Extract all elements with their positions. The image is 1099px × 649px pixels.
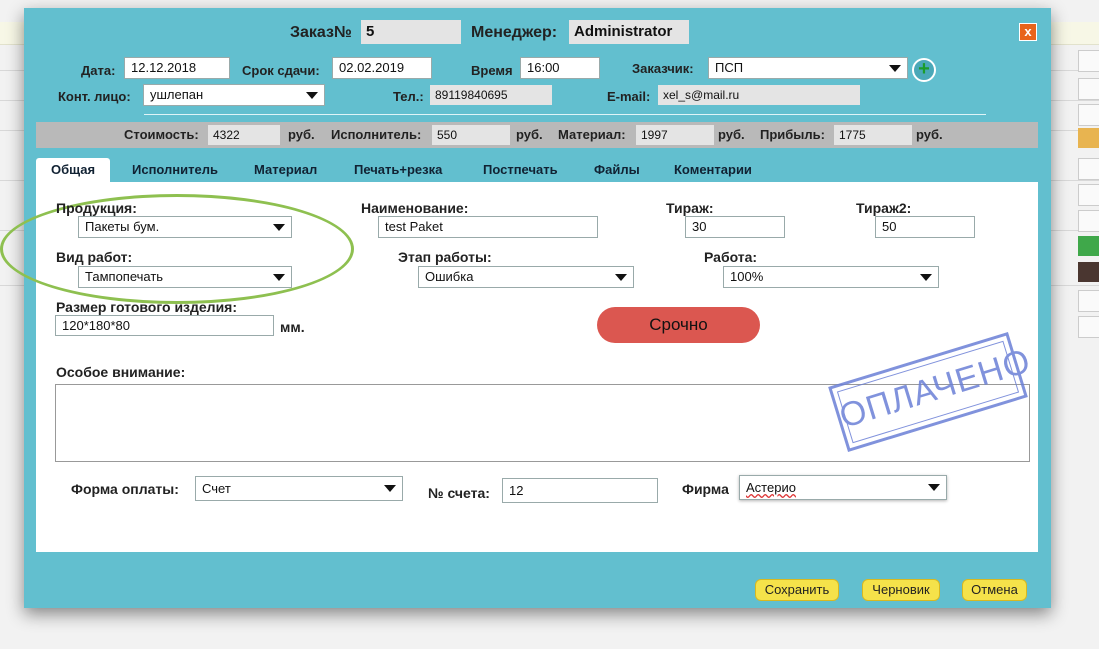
- tab-postprint[interactable]: Постпечать: [483, 158, 558, 182]
- save-button[interactable]: Сохранить: [755, 579, 839, 601]
- contact-select[interactable]: ушлепан: [143, 84, 325, 106]
- tab-material[interactable]: Материал: [254, 158, 317, 182]
- work-type-value: Тампопечать: [85, 269, 164, 284]
- material-label: Материал:: [558, 127, 626, 142]
- invoice-number-label: № счета:: [428, 485, 490, 501]
- background-cell: [1078, 104, 1099, 126]
- background-cell: [1078, 316, 1099, 338]
- chevron-down-icon: [889, 65, 901, 72]
- email-field[interactable]: xel_s@mail.ru: [658, 85, 860, 105]
- payment-form-value: Счет: [202, 481, 231, 496]
- cost-field[interactable]: 4322: [208, 125, 280, 145]
- customer-label: Заказчик:: [632, 61, 694, 76]
- material-currency: руб.: [718, 127, 745, 142]
- order-number-field[interactable]: 5: [361, 20, 461, 44]
- chevron-down-icon: [306, 92, 318, 99]
- chevron-down-icon: [273, 274, 285, 281]
- chevron-down-icon: [384, 485, 396, 492]
- tab-print-cut[interactable]: Печать+резка: [354, 158, 442, 182]
- work-type-label: Вид работ:: [56, 249, 133, 265]
- divider: [144, 114, 986, 115]
- cost-label: Стоимость:: [124, 127, 199, 142]
- invoice-number-field[interactable]: 12: [502, 478, 658, 503]
- size-field[interactable]: 120*180*80: [55, 315, 274, 336]
- background-cell: [1078, 78, 1099, 100]
- background-status-cell: [1078, 128, 1099, 148]
- add-customer-button[interactable]: +: [912, 58, 936, 82]
- product-select[interactable]: Пакеты бум.: [78, 216, 292, 238]
- name-field[interactable]: test Paket: [378, 216, 598, 238]
- cost-summary-bar: Стоимость: 4322 руб. Исполнитель: 550 ру…: [36, 122, 1038, 148]
- background-cell: [1078, 210, 1099, 232]
- contact-value: ушлепан: [150, 87, 204, 102]
- background-cell: [1078, 158, 1099, 180]
- run2-field[interactable]: 50: [875, 216, 975, 238]
- work-label: Работа:: [704, 249, 758, 265]
- attention-label: Особое внимание:: [56, 364, 186, 380]
- size-unit: мм.: [280, 319, 305, 335]
- profit-currency: руб.: [916, 127, 943, 142]
- chevron-down-icon: [920, 274, 932, 281]
- work-value: 100%: [730, 269, 764, 284]
- stage-label: Этап работы:: [398, 249, 492, 265]
- manager-label: Менеджер:: [471, 24, 558, 41]
- order-dialog: Заказ№ 5 Менеджер: Administrator x Дата:…: [0, 8, 1051, 608]
- product-label: Продукция:: [56, 200, 137, 216]
- cancel-button[interactable]: Отмена: [962, 579, 1027, 601]
- payment-form-select[interactable]: Счет: [195, 476, 403, 501]
- chevron-down-icon: [615, 274, 627, 281]
- general-tab-panel: Продукция: Пакеты бум. Наименование: tes…: [0, 182, 1038, 552]
- background-cell: [1078, 290, 1099, 312]
- chevron-down-icon: [273, 224, 285, 231]
- material-field[interactable]: 1997: [636, 125, 714, 145]
- background-cell: [1078, 184, 1099, 206]
- close-button[interactable]: x: [1019, 23, 1037, 41]
- payment-form-label: Форма оплаты:: [71, 481, 179, 497]
- stage-value: Ошибка: [425, 269, 474, 284]
- executor-label: Исполнитель:: [331, 127, 422, 142]
- contact-label: Конт. лицо:: [58, 89, 131, 104]
- due-date-label: Срок сдачи:: [242, 63, 320, 78]
- manager-field[interactable]: Administrator: [569, 20, 689, 44]
- chevron-down-icon: [928, 484, 940, 491]
- executor-field[interactable]: 550: [432, 125, 510, 145]
- background-status-cell: [1078, 236, 1099, 256]
- work-select[interactable]: 100%: [723, 266, 939, 288]
- tab-files[interactable]: Файлы: [594, 158, 640, 182]
- run-field[interactable]: 30: [685, 216, 785, 238]
- cost-currency: руб.: [288, 127, 315, 142]
- customer-value: ПСП: [715, 60, 744, 75]
- email-label: E-mail:: [607, 89, 651, 104]
- run2-label: Тираж2:: [856, 200, 912, 216]
- date-label: Дата:: [81, 63, 116, 78]
- due-date-field[interactable]: 02.02.2019: [332, 57, 432, 79]
- tab-general[interactable]: Общая: [36, 158, 111, 182]
- phone-field[interactable]: 89119840695: [430, 85, 552, 105]
- phone-label: Тел.:: [393, 89, 424, 104]
- product-value: Пакеты бум.: [85, 219, 160, 234]
- background-cell: [1078, 50, 1099, 72]
- tab-comments[interactable]: Коментарии: [674, 158, 752, 182]
- firm-value: Астерио: [746, 480, 796, 495]
- urgent-button[interactable]: Срочно: [597, 307, 760, 343]
- time-field[interactable]: 16:00: [520, 57, 600, 79]
- profit-label: Прибыль:: [760, 127, 825, 142]
- executor-currency: руб.: [516, 127, 543, 142]
- name-label: Наименование:: [361, 200, 469, 216]
- work-type-select[interactable]: Тампопечать: [78, 266, 292, 288]
- tab-executor[interactable]: Исполнитель: [132, 158, 218, 182]
- customer-select[interactable]: ПСП: [708, 57, 908, 79]
- profit-field[interactable]: 1775: [834, 125, 912, 145]
- background-status-cell: [1078, 262, 1099, 282]
- order-number-label: Заказ№: [290, 24, 352, 41]
- size-label: Размер готового изделия:: [56, 299, 238, 315]
- run-label: Тираж:: [666, 200, 714, 216]
- stage-select[interactable]: Ошибка: [418, 266, 634, 288]
- time-label: Время: [471, 63, 513, 78]
- firm-select[interactable]: Астерио: [739, 475, 947, 500]
- date-field[interactable]: 12.12.2018: [124, 57, 230, 79]
- firm-label: Фирма: [682, 481, 729, 497]
- draft-button[interactable]: Черновик: [862, 579, 940, 601]
